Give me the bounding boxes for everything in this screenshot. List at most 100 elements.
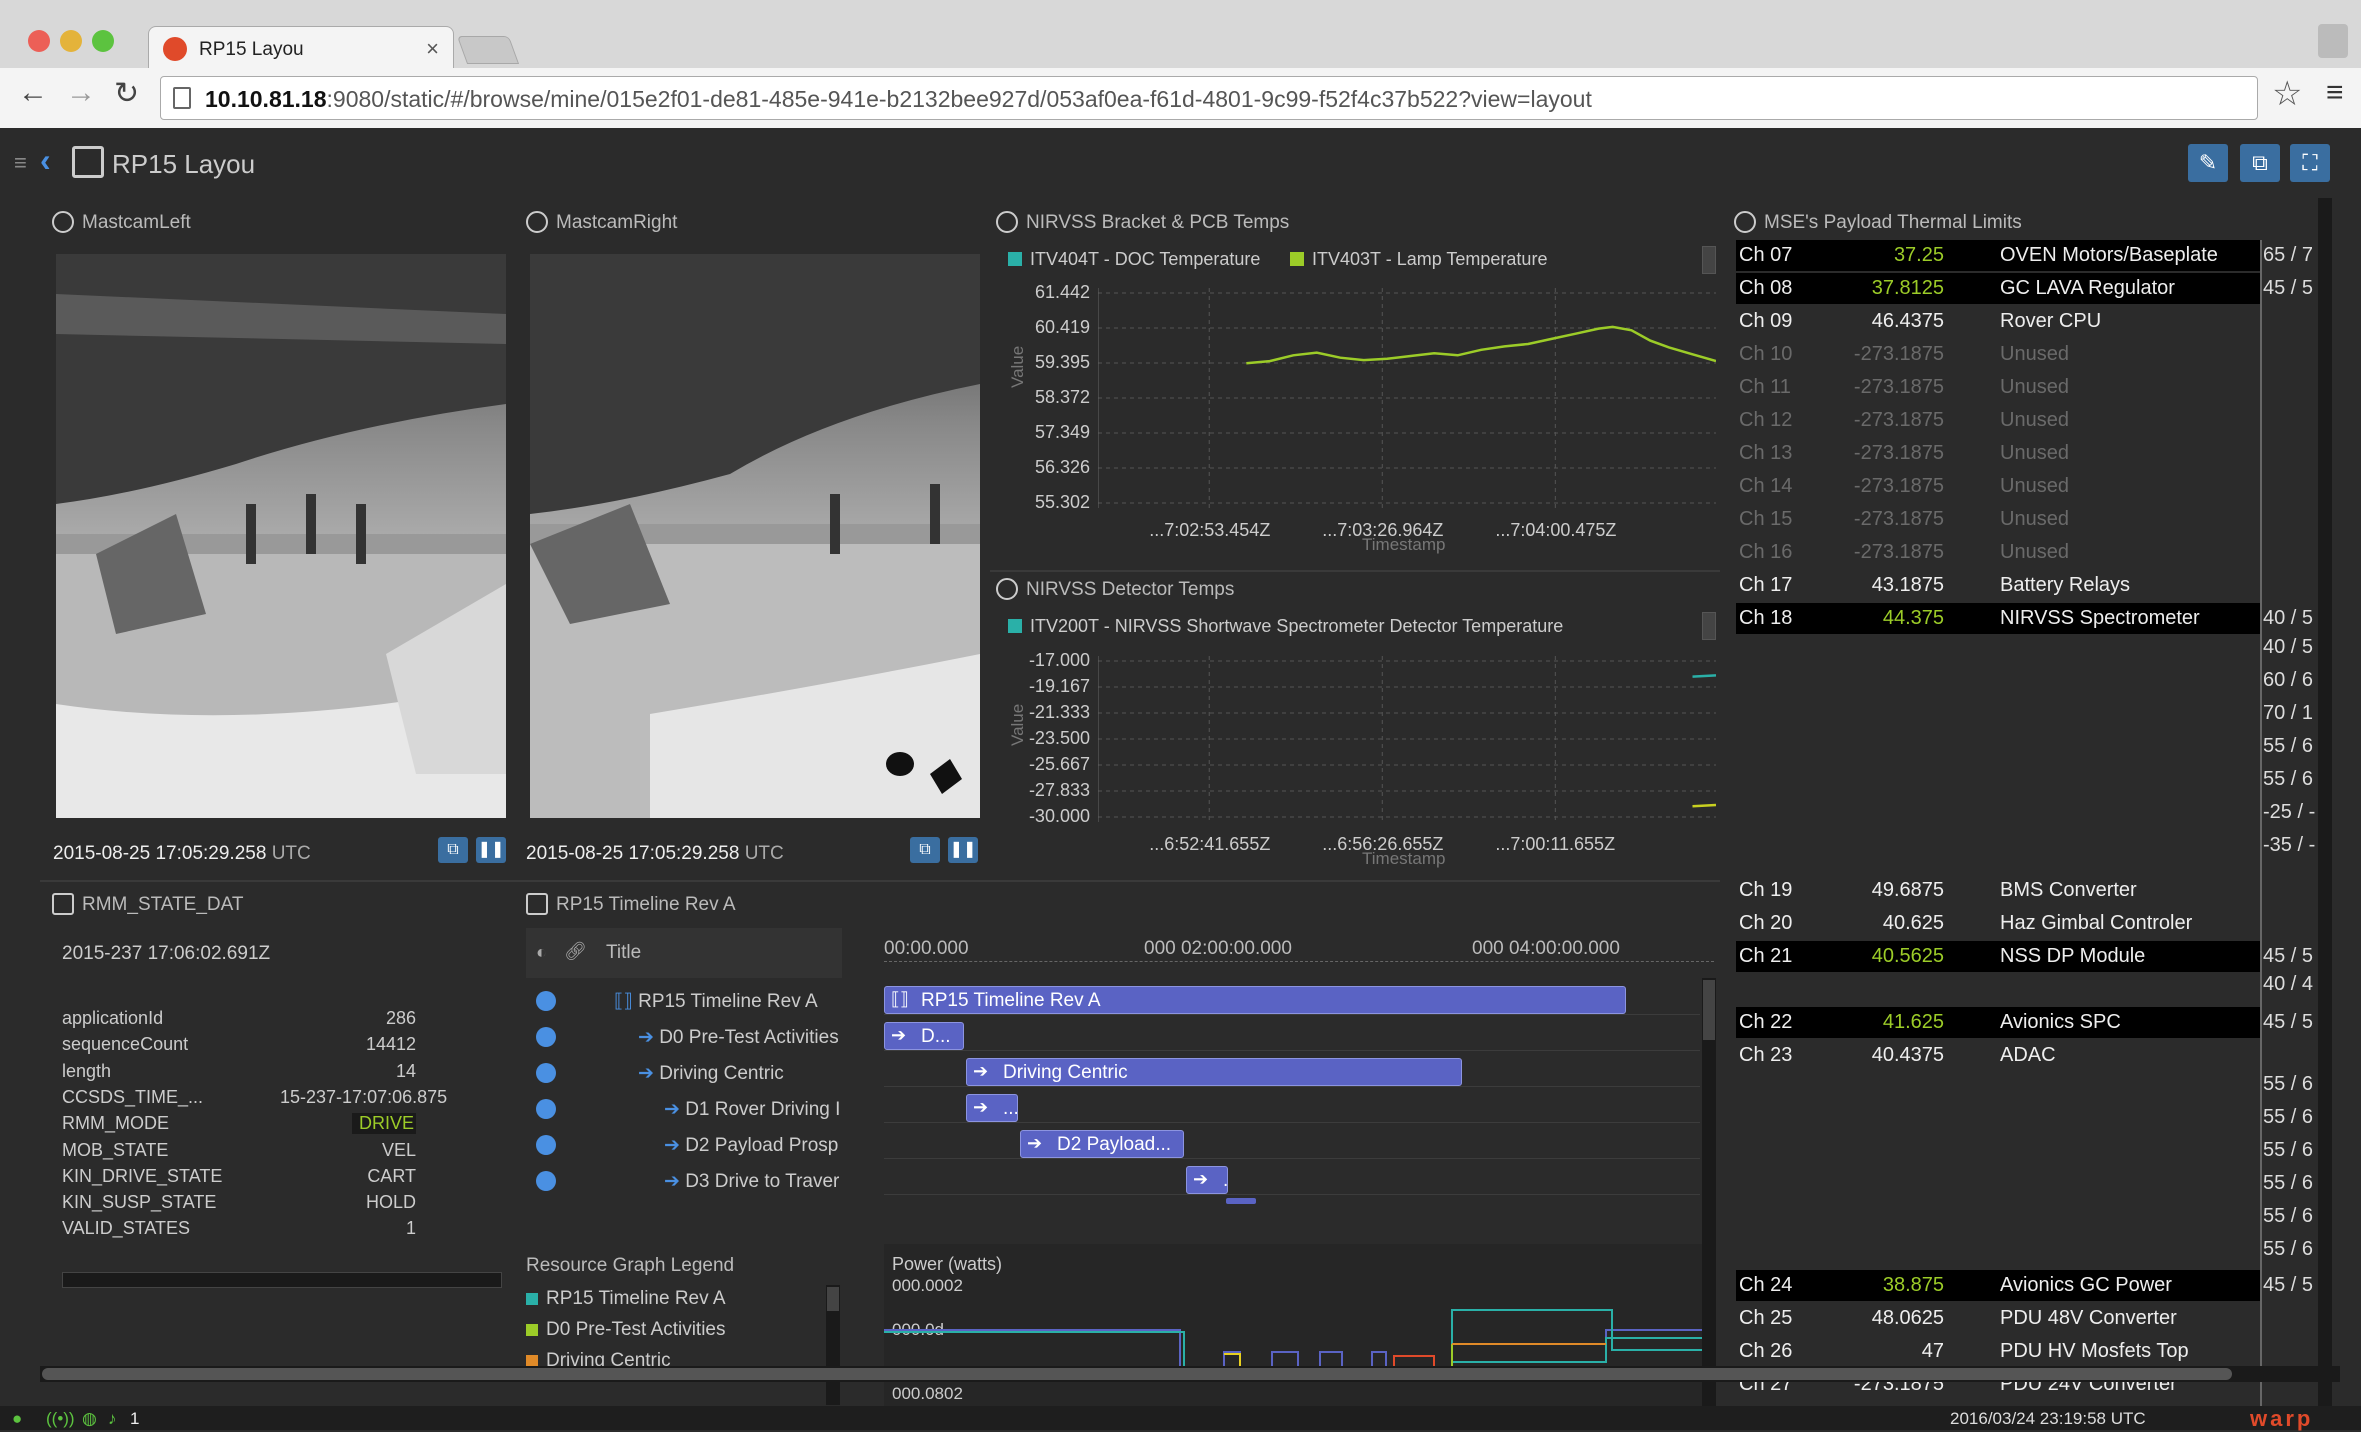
new-tab-button[interactable] [456, 36, 520, 64]
thermal-limit: 55 / 6 [2263, 768, 2314, 790]
thermal-limit: 55 / 6 [2263, 1205, 2314, 1227]
bell-icon[interactable]: ♪ [108, 1409, 117, 1429]
timeline-bar[interactable]: ⟦⟧ RP15 Timeline Rev A [884, 986, 1626, 1014]
y-tick-label: 59.395 [1034, 352, 1090, 372]
thermal-limit: 40 / 5 [2263, 636, 2314, 658]
thermal-limit: 55 / 6 [2263, 1106, 2314, 1128]
status-icon[interactable] [536, 1099, 556, 1119]
mastcam-left-pause-button[interactable]: ❚❚ [476, 837, 506, 863]
horizontal-scrollbar[interactable] [40, 1366, 2340, 1382]
new-window-button[interactable]: ⧉ [2240, 144, 2280, 182]
activity-icon: ➔ [638, 1027, 660, 1048]
url-path: :9080/static/#/browse/mine/015e2f01-de81… [326, 86, 1592, 112]
thermal-limit: 45 / 5 [2263, 1011, 2314, 1033]
activity-icon: ⟦⟧ [614, 991, 639, 1012]
bar-icon: ➔ [1027, 1133, 1043, 1153]
chart2-plot[interactable] [1098, 656, 1716, 822]
timeline-bar[interactable]: ➔... [966, 1094, 1018, 1122]
collapse-chevron-icon[interactable]: ‹ [40, 142, 51, 179]
thermal-channel: Ch 24 [1739, 1274, 1793, 1296]
status-icon[interactable] [536, 991, 556, 1011]
rmm-scrollbar[interactable] [62, 1272, 502, 1288]
telemetry-icon [996, 578, 1018, 600]
thermal-limit: -35 / - [2263, 834, 2316, 856]
activity-title: D0 Pre-Test Activities [659, 1027, 839, 1048]
x-tick-label: ...6:52:41.655Z [1149, 834, 1271, 854]
y-tick-label: 56.326 [1034, 457, 1090, 477]
profile-icon[interactable] [2318, 24, 2348, 58]
mastcam-right-popout-button[interactable]: ⧉ [910, 837, 940, 863]
chart2-scroll-handle[interactable] [1702, 612, 1716, 640]
thermal-limit: 60 / 6 [2263, 669, 2314, 691]
timeline-row-label[interactable]: ➔ D2 Payload Prosp [664, 1134, 842, 1157]
status-icon[interactable] [536, 1135, 556, 1155]
chart1-plot[interactable] [1098, 288, 1716, 508]
timeline-bar[interactable]: ➔ D2 Payload... [1020, 1130, 1184, 1158]
timeline-ruler: 00:00.000 000 02:00:00.000 000 04:00:00.… [884, 938, 1714, 962]
thermal-row: Ch 20 40.625 Haz Gimbal Controler [1736, 908, 2260, 939]
thermal-value: -273.1875 [1853, 409, 1944, 431]
timeline-row-label[interactable]: ➔ D0 Pre-Test Activities [638, 1026, 842, 1049]
thermal-name: Unused [2000, 409, 2069, 431]
browser-menu-icon[interactable]: ≡ [2326, 76, 2344, 110]
drag-handle-icon[interactable]: ≡ [14, 150, 27, 176]
thermal-row: Ch 11 -273.1875 Unused [1736, 372, 2260, 403]
legend-item-itv200t[interactable]: ITV200T - NIRVSS Shortwave Spectrometer … [1008, 616, 1563, 637]
legend-item-itv403t[interactable]: ITV403T - Lamp Temperature [1290, 249, 1547, 270]
bar-icon: ➔ [973, 1097, 989, 1117]
thermal-row: Ch 24 38.875 Avionics GC Power [1736, 1270, 2260, 1301]
mastcam-right-pause-button[interactable]: ❚❚ [948, 837, 978, 863]
back-icon[interactable]: ← [18, 76, 48, 110]
power-scrollbar[interactable] [1702, 1244, 1716, 1410]
timeline-row-label[interactable]: ➔ Driving Centric [638, 1062, 842, 1085]
thermal-name: Unused [2000, 541, 2069, 563]
mastcam-left-popout-button[interactable]: ⧉ [438, 837, 468, 863]
title-column-header[interactable]: Title [606, 942, 641, 964]
bookmark-star-icon[interactable]: ☆ [2272, 74, 2302, 114]
fullscreen-button[interactable]: ⛶ [2290, 144, 2330, 182]
legend-scrollbar[interactable] [826, 1285, 840, 1405]
timeline-row-label[interactable]: ⟦⟧ RP15 Timeline Rev A [614, 990, 842, 1013]
activity-icon: ➔ [638, 1063, 660, 1084]
edit-button[interactable]: ✎ [2188, 144, 2228, 182]
timeline-bar[interactable]: ➔... [1186, 1166, 1228, 1194]
status-icon[interactable] [536, 1171, 556, 1191]
resource-legend-item[interactable]: D0 Pre-Test Activities [526, 1319, 726, 1341]
thermal-scrollbar[interactable] [2318, 198, 2332, 1408]
timeline-bar[interactable]: ➔ D... [884, 1022, 964, 1050]
status-icon[interactable] [536, 1063, 556, 1083]
series-line-0 [1692, 674, 1716, 678]
chart-title-detector-temps: NIRVSS Detector Temps [996, 578, 1234, 601]
series-line-1 [1692, 803, 1716, 808]
chart1-scroll-handle[interactable] [1702, 246, 1716, 274]
legend-item-itv404t[interactable]: ITV404T - DOC Temperature [1008, 249, 1260, 270]
packet-icon [52, 893, 74, 915]
minimize-window-icon[interactable] [60, 30, 82, 52]
address-bar[interactable]: 10.10.81.18:9080/static/#/browse/mine/01… [160, 76, 2258, 120]
mastcam-right-timestamp: 2015-08-25 17:05:29.258 UTC [526, 843, 784, 864]
status-icon[interactable] [536, 1027, 556, 1047]
tab-close-icon[interactable]: × [426, 36, 439, 62]
y-tick-label: -23.500 [1028, 728, 1090, 748]
thermal-name: PDU 48V Converter [2000, 1307, 2177, 1329]
browser-tab[interactable]: RP15 Layou × [148, 26, 454, 68]
thermal-value: -273.1875 [1853, 541, 1944, 563]
timeline-bar[interactable]: ➔ Driving Centric [966, 1058, 1462, 1086]
power-graph[interactable]: Power (watts) 000.0002 000.0d 000.0802 [884, 1244, 1704, 1410]
activity-title: D1 Rover Driving I [685, 1099, 841, 1120]
rmm-value: 15-237-17:07:06.875 [280, 1086, 448, 1107]
close-window-icon[interactable] [28, 30, 50, 52]
resource-legend-item[interactable]: RP15 Timeline Rev A [526, 1288, 726, 1310]
telemetry-icon [1734, 211, 1756, 233]
y-tick-label: -25.667 [1028, 754, 1090, 774]
legend-swatch [526, 1293, 538, 1305]
zoom-window-icon[interactable] [92, 30, 114, 52]
thermal-limit: 65 / 7 [2263, 244, 2314, 266]
timeline-row-label[interactable]: ➔ D1 Rover Driving I [664, 1098, 842, 1121]
chart-title-bracket-temps: NIRVSS Bracket & PCB Temps [996, 211, 1289, 234]
thermal-value: 40.4375 [1871, 1044, 1944, 1066]
forward-icon[interactable]: → [66, 76, 96, 110]
thermal-channel: Ch 19 [1739, 879, 1793, 901]
timeline-row-label[interactable]: ➔ D3 Drive to Traver [664, 1170, 842, 1193]
reload-icon[interactable]: ↻ [114, 76, 139, 111]
